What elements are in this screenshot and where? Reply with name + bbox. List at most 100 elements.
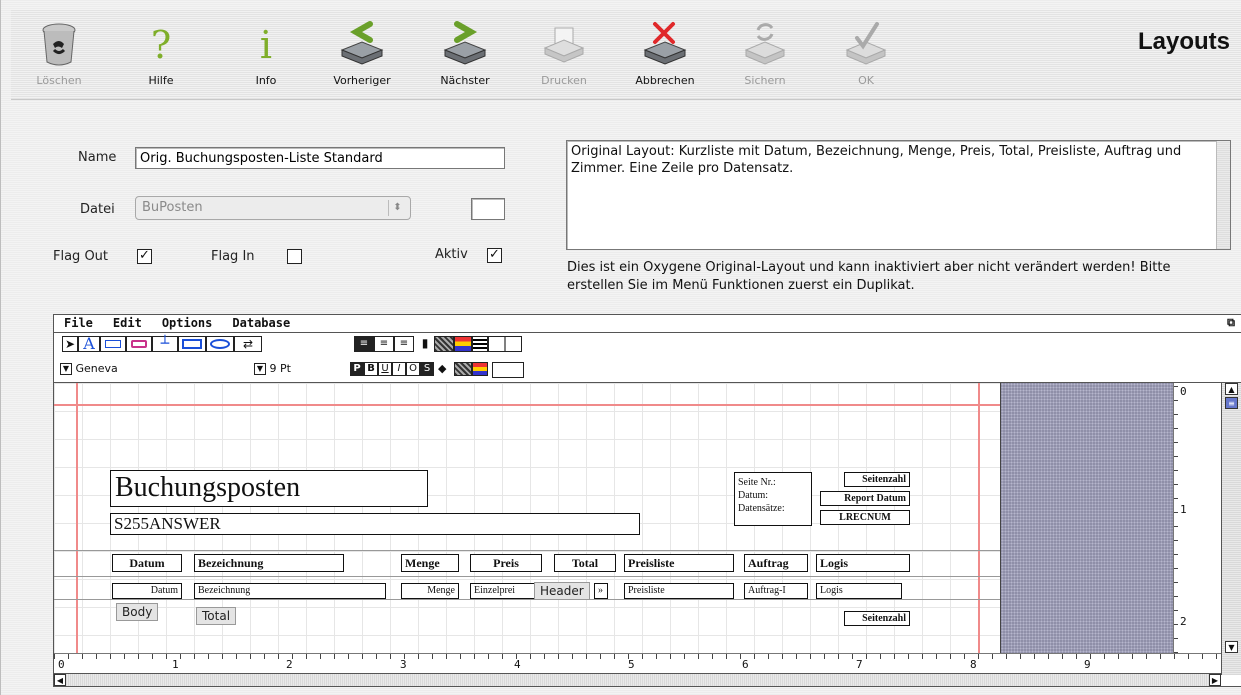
text-tool-icon[interactable]: A xyxy=(78,336,100,352)
body-menge[interactable]: Menge xyxy=(401,583,459,599)
flag-in-label: Flag In xyxy=(211,249,255,264)
flag-out-checkbox[interactable]: ✓ xyxy=(137,249,152,264)
page-info-labels[interactable]: Seite Nr.: Datum: Datensätze: xyxy=(734,472,812,526)
header-bezeichnung[interactable]: Bezeichnung xyxy=(194,554,344,572)
description-scrollbar[interactable] xyxy=(1216,141,1230,249)
zoom-box-icon[interactable]: ⧉ xyxy=(1227,316,1235,330)
page-number-field[interactable]: Seitenzahl xyxy=(844,472,910,487)
align-right-icon[interactable]: ≡ xyxy=(394,336,414,352)
style-bold-button[interactable]: B xyxy=(364,362,378,376)
previous-button[interactable]: Vorheriger xyxy=(329,10,395,100)
help-button[interactable]: ? Hilfe xyxy=(141,10,181,100)
body-einzelpreis[interactable]: Einzelprei xyxy=(470,583,540,599)
header-preis[interactable]: Preis xyxy=(470,554,542,572)
body-preisliste[interactable]: Preisliste xyxy=(624,583,734,599)
grid-icon[interactable] xyxy=(488,336,522,352)
line-tool-icon[interactable]: ┴ xyxy=(152,336,178,352)
scroll-left-arrow-icon[interactable]: ◀ xyxy=(54,674,66,686)
header-section-tab[interactable]: Header xyxy=(534,582,590,600)
aktiv-checkbox[interactable]: ✓ xyxy=(487,248,502,263)
font-size-popup[interactable]: ▼ 9 Pt xyxy=(254,362,344,378)
header-menge[interactable]: Menge xyxy=(401,554,459,572)
header-logis[interactable]: Logis xyxy=(816,554,910,572)
rectangle-tool-icon[interactable] xyxy=(178,336,206,352)
style-plain-button[interactable]: P xyxy=(350,362,364,376)
datei-popup[interactable]: BuPosten ⬍ xyxy=(135,196,411,220)
text-pattern-icon[interactable] xyxy=(454,362,472,376)
next-button[interactable]: Nächster xyxy=(435,10,495,100)
previous-icon xyxy=(336,10,388,66)
layout-canvas[interactable]: Buchungsposten S255ANSWER Seite Nr.: Dat… xyxy=(54,383,1173,653)
paint-bucket-icon[interactable]: ◆ xyxy=(438,362,452,376)
menu-edit[interactable]: Edit xyxy=(113,316,142,331)
menu-database[interactable]: Database xyxy=(232,316,290,331)
report-date-field[interactable]: Report Datum xyxy=(820,491,910,506)
text-color-icon[interactable] xyxy=(472,362,488,376)
button-tool-icon[interactable] xyxy=(126,336,152,352)
description-textarea[interactable]: Original Layout: Kurzliste mit Datum, Be… xyxy=(566,140,1231,250)
body-logis[interactable]: Logis xyxy=(816,583,902,599)
h-ruler-1: 1 xyxy=(172,658,179,671)
left-margin-line xyxy=(76,383,78,653)
readonly-note: Dies ist ein Oxygene Original-Layout und… xyxy=(567,260,1171,293)
cancel-button[interactable]: Abbrechen xyxy=(629,10,701,100)
body-total-marker[interactable]: » xyxy=(594,583,608,599)
v-ruler-2: 2 xyxy=(1180,615,1187,628)
style-italic-button[interactable]: I xyxy=(392,362,406,376)
scroll-up-arrow-icon[interactable]: ▲ xyxy=(1225,383,1238,395)
pen-tool-icon[interactable]: ▮ xyxy=(418,336,432,352)
previous-label: Vorheriger xyxy=(333,74,391,87)
field-tool-icon[interactable] xyxy=(100,336,126,352)
h-ruler-6: 6 xyxy=(742,658,749,671)
vertical-scrollbar[interactable]: ▲ ≡ ▼ xyxy=(1221,383,1241,675)
layouts-window: Löschen ? Hilfe i Info Vorheriger Nächst… xyxy=(0,0,1241,695)
popup-arrow-icon: ▼ xyxy=(60,363,72,375)
header-auftrag[interactable]: Auftrag xyxy=(744,554,808,572)
delete-button[interactable]: Löschen xyxy=(35,10,83,100)
style-underline-button[interactable]: U xyxy=(378,362,392,376)
cancel-label: Abbrechen xyxy=(635,74,695,87)
print-label: Drucken xyxy=(541,74,587,87)
body-bezeichnung[interactable]: Bezeichnung xyxy=(194,583,386,599)
info-button[interactable]: i Info xyxy=(251,10,281,100)
align-left-icon[interactable]: ≡ xyxy=(354,336,374,352)
body-auftrag[interactable]: Auftrag-I xyxy=(744,583,808,599)
align-center-icon[interactable]: ≡ xyxy=(374,336,394,352)
save-button[interactable]: Sichern xyxy=(737,10,793,100)
header-datum[interactable]: Datum xyxy=(112,554,182,572)
line-width-icon[interactable] xyxy=(472,336,488,352)
tab-order-tool-icon[interactable]: ⇄ xyxy=(234,336,262,352)
font-name-popup[interactable]: ▼ Geneva xyxy=(60,362,250,378)
style-outline-button[interactable]: O xyxy=(406,362,420,376)
flag-in-checkbox[interactable] xyxy=(287,249,302,264)
frame-icon[interactable] xyxy=(492,362,524,378)
scroll-down-arrow-icon[interactable]: ▼ xyxy=(1225,641,1238,653)
scroll-right-arrow-icon[interactable]: ▶ xyxy=(1209,674,1221,686)
report-title-field[interactable]: Buchungsposten xyxy=(110,470,428,507)
oval-tool-icon[interactable] xyxy=(206,336,234,352)
body-section-tab[interactable]: Body xyxy=(116,603,159,621)
name-field[interactable] xyxy=(135,147,505,169)
info-label: Info xyxy=(255,74,277,87)
print-button[interactable]: Drucken xyxy=(536,10,592,100)
style-shadow-button[interactable]: S xyxy=(420,362,434,376)
header-preisliste[interactable]: Preisliste xyxy=(624,554,734,572)
total-section-tab[interactable]: Total xyxy=(196,607,237,625)
menu-file[interactable]: File xyxy=(64,316,93,331)
header-total[interactable]: Total xyxy=(554,554,616,572)
svg-text:i: i xyxy=(260,23,272,66)
arrow-tool-icon[interactable]: ➤ xyxy=(62,336,78,352)
fill-pattern-icon[interactable] xyxy=(434,336,454,352)
record-count-field[interactable]: LRECNUM xyxy=(820,510,910,525)
color-swatch[interactable] xyxy=(471,198,505,220)
scroll-thumb[interactable]: ≡ xyxy=(1225,397,1238,409)
ok-button[interactable]: OK xyxy=(841,10,891,100)
menu-options[interactable]: Options xyxy=(162,316,213,331)
trash-icon xyxy=(41,10,77,66)
subtitle-field[interactable]: S255ANSWER xyxy=(110,513,640,535)
body-datum[interactable]: Datum xyxy=(112,583,182,599)
footer-page-number-field[interactable]: Seitenzahl xyxy=(844,611,910,626)
fill-color-icon[interactable] xyxy=(454,336,472,352)
horizontal-scrollbar[interactable]: ◀ ▶ xyxy=(54,673,1221,686)
aktiv-label: Aktiv xyxy=(435,247,468,262)
